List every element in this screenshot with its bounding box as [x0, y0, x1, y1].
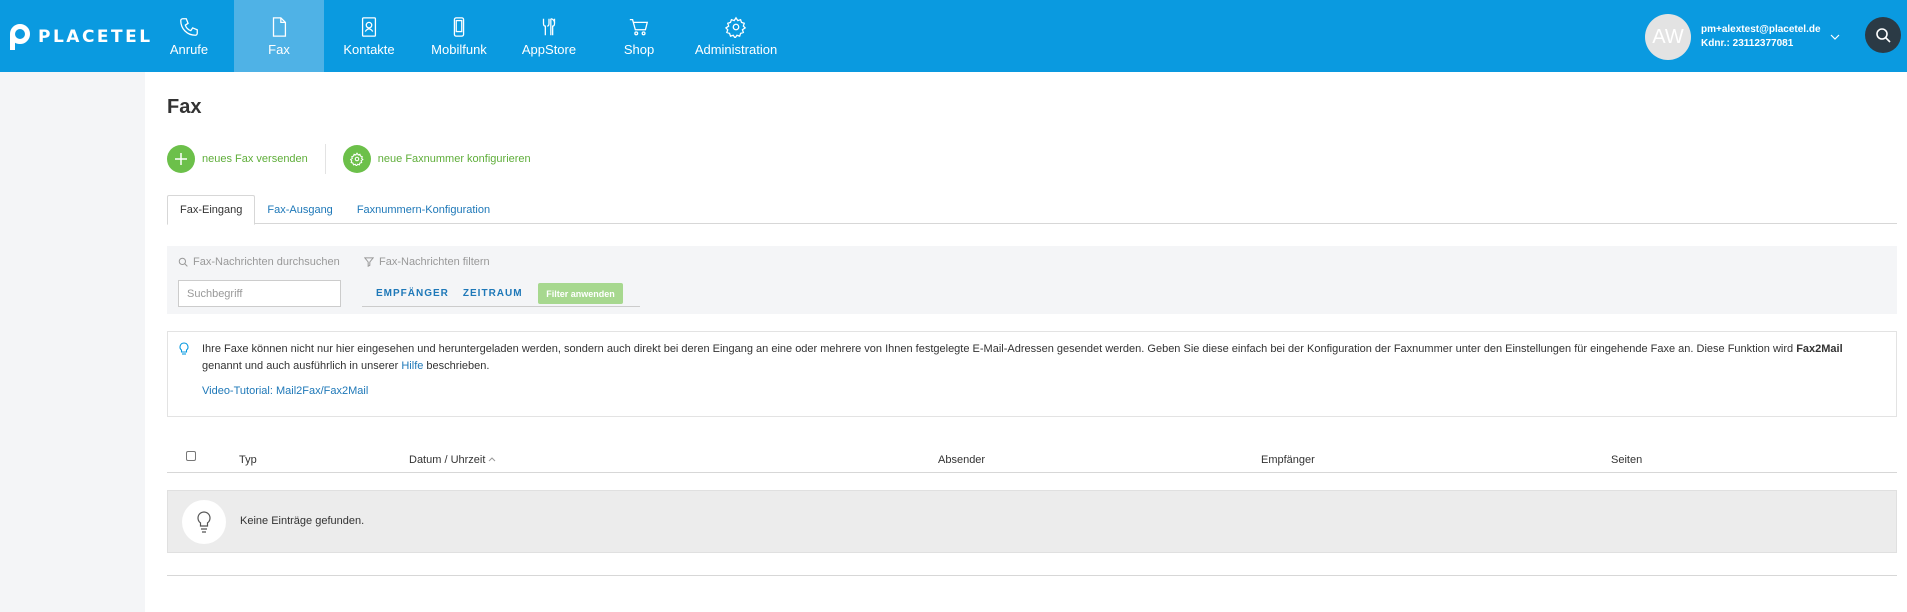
- account-menu[interactable]: AW pm+alextest@placetel.de Kdnr.: 231123…: [1645, 14, 1841, 60]
- search-input[interactable]: [178, 280, 341, 307]
- column-header-seiten[interactable]: Seiten: [1611, 454, 1642, 466]
- gear-icon: [342, 145, 371, 173]
- search-icon: [1876, 28, 1891, 43]
- tab-faxnummern-konfiguration[interactable]: Faxnummern-Konfiguration: [345, 195, 502, 224]
- empty-state-row: Keine Einträge gefunden.: [167, 490, 1897, 553]
- account-customer-number: Kdnr.: 23112377081: [1701, 38, 1794, 49]
- action-divider: [324, 144, 326, 174]
- column-header-typ[interactable]: Typ: [239, 454, 257, 466]
- logo-text: PLACETEL: [38, 27, 153, 47]
- avatar: AW: [1645, 14, 1691, 60]
- nav-item-administration[interactable]: Administration: [684, 0, 788, 72]
- recipient-filter[interactable]: EMPFÄNGER: [376, 288, 449, 299]
- nav-item-fax[interactable]: Fax: [234, 0, 324, 72]
- info-text-part-2: genannt und auch ausführlich in unserer: [202, 360, 402, 372]
- info-text: Ihre Faxe können nicht nur hier eingeseh…: [202, 341, 1882, 375]
- top-navigation-bar: PLACETEL Anrufe Fax Kontakte Mobilfunk A…: [0, 0, 1907, 72]
- tab-fax-eingang[interactable]: Fax-Eingang: [167, 195, 256, 225]
- nav-label: Anrufe: [169, 41, 209, 57]
- nav-item-appstore[interactable]: AppStore: [504, 0, 594, 72]
- filter-controls: EMPFÄNGER ZEITRAUM Filter anwenden: [362, 280, 640, 307]
- placetel-logo-mark: [10, 24, 30, 50]
- fax2mail-info-box: Ihre Faxe können nicht nur hier eingeseh…: [167, 331, 1897, 417]
- account-info: pm+alextest@placetel.de Kdnr.: 231123770…: [1701, 23, 1821, 51]
- account-email: pm+alextest@placetel.de: [1701, 24, 1821, 35]
- phone-icon: [180, 17, 198, 36]
- placetel-logo[interactable]: PLACETEL: [10, 22, 153, 52]
- main-nav: Anrufe Fax Kontakte Mobilfunk AppStore S…: [144, 0, 788, 72]
- column-header-datum-label: Datum / Uhrzeit: [409, 454, 486, 466]
- action-bar: neues Fax versenden neue Faxnummer konfi…: [167, 144, 531, 174]
- video-tutorial-link[interactable]: Video-Tutorial: Mail2Fax/Fax2Mail: [202, 385, 368, 397]
- filter-bar: Fax-Nachrichten durchsuchen Fax-Nachrich…: [167, 246, 1897, 314]
- nav-label: Fax: [268, 41, 290, 57]
- gear-icon: [725, 16, 747, 38]
- chevron-down-icon: [1830, 34, 1839, 40]
- info-text-fax2mail: Fax2Mail: [1796, 343, 1843, 355]
- empty-state-text: Keine Einträge gefunden.: [240, 515, 365, 527]
- info-text-part-3: beschrieben.: [423, 360, 490, 372]
- nav-item-shop[interactable]: Shop: [594, 0, 684, 72]
- plus-icon: [167, 145, 195, 173]
- global-search-button[interactable]: [1865, 17, 1901, 53]
- column-header-empfaenger[interactable]: Empfänger: [1261, 454, 1315, 466]
- send-fax-button[interactable]: neues Fax versenden: [167, 145, 308, 173]
- filter-icon: [364, 257, 374, 267]
- tab-fax-ausgang[interactable]: Fax-Ausgang: [255, 195, 344, 224]
- info-text-part-1: Ihre Faxe können nicht nur hier eingeseh…: [202, 343, 1797, 355]
- nav-label: Kontakte: [343, 41, 395, 57]
- nav-item-kontakte[interactable]: Kontakte: [324, 0, 414, 72]
- send-fax-label: neues Fax versenden: [202, 153, 308, 165]
- cart-icon: [629, 18, 649, 35]
- select-all-checkbox[interactable]: [186, 451, 196, 461]
- nav-item-anrufe[interactable]: Anrufe: [144, 0, 234, 72]
- filter-label-text: Fax-Nachrichten filtern: [379, 256, 490, 268]
- nav-label: Mobilfunk: [431, 41, 487, 57]
- lightbulb-icon: [182, 500, 226, 544]
- table-bottom-divider: [167, 575, 1897, 576]
- nav-label: Administration: [694, 41, 778, 57]
- nav-label: Shop: [623, 41, 655, 57]
- filter-label: Fax-Nachrichten filtern: [364, 256, 490, 268]
- search-icon: [178, 257, 188, 267]
- search-label: Fax-Nachrichten durchsuchen: [178, 256, 340, 268]
- sort-ascending-icon: [489, 457, 496, 462]
- contacts-icon: [361, 16, 377, 37]
- apply-filter-button[interactable]: Filter anwenden: [538, 283, 623, 304]
- period-filter[interactable]: ZEITRAUM: [463, 288, 523, 299]
- fax-table-header: Typ Datum / Uhrzeit Absender Empfänger S…: [167, 448, 1897, 473]
- appstore-icon: [542, 17, 556, 35]
- configure-fax-number-label: neue Faxnummer konfigurieren: [377, 153, 531, 165]
- help-link[interactable]: Hilfe: [401, 360, 423, 372]
- left-sidebar: [0, 72, 145, 612]
- search-label-text: Fax-Nachrichten durchsuchen: [193, 256, 340, 268]
- page-title: Fax: [167, 96, 202, 118]
- column-header-datum[interactable]: Datum / Uhrzeit: [409, 454, 496, 466]
- fax-document-icon: [272, 16, 287, 37]
- nav-item-mobilfunk[interactable]: Mobilfunk: [414, 0, 504, 72]
- mobile-icon: [453, 16, 465, 37]
- nav-label: AppStore: [521, 41, 577, 57]
- column-header-absender[interactable]: Absender: [938, 454, 985, 466]
- lightbulb-icon: [179, 342, 189, 355]
- fax-tabs: Fax-Eingang Fax-Ausgang Faxnummern-Konfi…: [167, 195, 1897, 225]
- configure-fax-number-button[interactable]: neue Faxnummer konfigurieren: [342, 145, 531, 173]
